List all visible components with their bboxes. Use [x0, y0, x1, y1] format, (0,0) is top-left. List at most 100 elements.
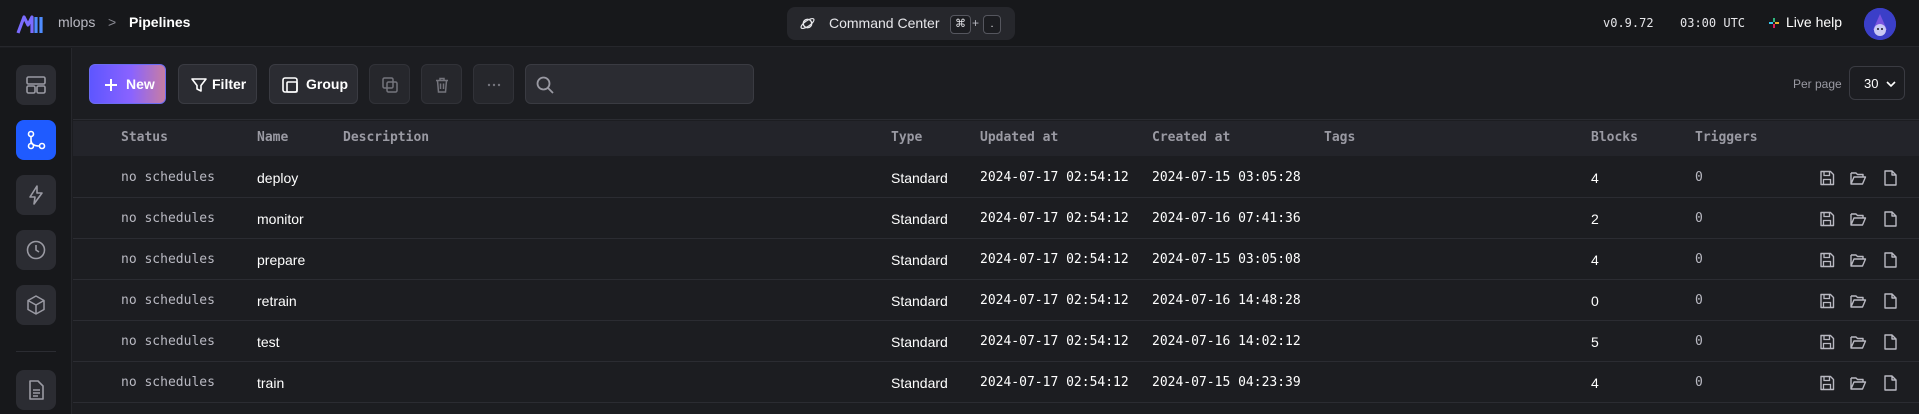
clock-icon — [26, 240, 46, 260]
folder-open-icon[interactable] — [1849, 333, 1867, 351]
plus-icon — [105, 79, 117, 91]
column-header-created-at[interactable]: Created at — [1152, 130, 1230, 145]
toolbar: New Filter Group Per page 30 — [73, 48, 1919, 120]
status-cell: no schedules — [121, 252, 215, 267]
triggers-cell: 0 — [1695, 293, 1703, 308]
folder-open-icon[interactable] — [1849, 374, 1867, 392]
save-icon[interactable] — [1818, 169, 1836, 187]
page-title: Pipelines — [129, 14, 191, 30]
type-cell: Standard — [891, 170, 948, 186]
sidebar-item-blocks[interactable] — [16, 285, 56, 325]
table-header: Status Name Description Type Updated at … — [73, 121, 1919, 156]
blocks-cell: 4 — [1591, 170, 1599, 186]
command-center-label: Command Center — [829, 15, 940, 31]
name-cell[interactable]: prepare — [257, 252, 305, 268]
save-icon[interactable] — [1818, 210, 1836, 228]
table-row[interactable]: no schedules test Standard 2024-07-17 02… — [73, 321, 1919, 362]
status-cell: no schedules — [121, 211, 215, 226]
status-cell: no schedules — [121, 334, 215, 349]
lightning-icon — [29, 185, 43, 205]
mage-logo-icon[interactable] — [16, 13, 44, 35]
created-at-cell: 2024-07-15 04:23:39 — [1152, 375, 1301, 390]
status-cell: no schedules — [121, 170, 215, 185]
per-page-label: Per page — [1793, 77, 1842, 91]
sidebar-item-docs[interactable] — [16, 370, 56, 410]
group-icon — [282, 77, 298, 93]
pipelines-icon — [27, 130, 46, 150]
updated-at-cell: 2024-07-17 02:54:12 — [980, 334, 1129, 349]
table-row[interactable]: no schedules train Standard 2024-07-17 0… — [73, 362, 1919, 403]
per-page-select[interactable]: 30 — [1849, 66, 1905, 100]
column-header-blocks[interactable]: Blocks — [1591, 130, 1638, 145]
table-row[interactable]: no schedules deploy Standard 2024-07-17 … — [73, 157, 1919, 198]
new-button-label: New — [126, 76, 155, 92]
table-row[interactable]: no schedules monitor Standard 2024-07-17… — [73, 198, 1919, 239]
folder-open-icon[interactable] — [1849, 251, 1867, 269]
file-icon[interactable] — [1881, 210, 1899, 228]
save-icon[interactable] — [1818, 251, 1836, 269]
blocks-cell: 5 — [1591, 334, 1599, 350]
file-icon[interactable] — [1881, 292, 1899, 310]
sidebar-item-runs[interactable] — [16, 230, 56, 270]
name-cell[interactable]: monitor — [257, 211, 304, 227]
status-cell: no schedules — [121, 293, 215, 308]
updated-at-cell: 2024-07-17 02:54:12 — [980, 293, 1129, 308]
blocks-cell: 4 — [1591, 252, 1599, 268]
folder-open-icon[interactable] — [1849, 169, 1867, 187]
file-icon[interactable] — [1881, 333, 1899, 351]
version-label: v0.9.72 — [1603, 16, 1654, 30]
file-icon[interactable] — [1881, 169, 1899, 187]
type-cell: Standard — [891, 334, 948, 350]
group-button[interactable]: Group — [269, 64, 358, 104]
per-page-value: 30 — [1864, 76, 1879, 91]
table-row[interactable]: no schedules retrain Standard 2024-07-17… — [73, 280, 1919, 321]
file-icon[interactable] — [1881, 251, 1899, 269]
name-cell[interactable]: deploy — [257, 170, 298, 186]
save-icon[interactable] — [1818, 333, 1836, 351]
created-at-cell: 2024-07-16 07:41:36 — [1152, 211, 1301, 226]
name-cell[interactable]: test — [257, 334, 280, 350]
column-header-updated-at[interactable]: Updated at — [980, 130, 1058, 145]
name-cell[interactable]: train — [257, 375, 284, 391]
avatar[interactable] — [1864, 8, 1896, 40]
save-icon[interactable] — [1818, 292, 1836, 310]
column-header-type[interactable]: Type — [891, 130, 922, 145]
triggers-cell: 0 — [1695, 252, 1703, 267]
created-at-cell: 2024-07-16 14:48:28 — [1152, 293, 1301, 308]
column-header-status[interactable]: Status — [121, 130, 168, 145]
live-help-label[interactable]: Live help — [1786, 14, 1842, 30]
more-actions-button[interactable] — [473, 64, 514, 104]
created-at-cell: 2024-07-16 14:02:12 — [1152, 334, 1301, 349]
updated-at-cell: 2024-07-17 02:54:12 — [980, 375, 1129, 390]
column-header-tags[interactable]: Tags — [1324, 130, 1355, 145]
command-key: ⌘ — [950, 15, 971, 34]
column-header-description[interactable]: Description — [343, 130, 429, 145]
duplicate-button[interactable] — [369, 64, 410, 104]
sidebar-item-overview[interactable] — [16, 65, 56, 105]
updated-at-cell: 2024-07-17 02:54:12 — [980, 170, 1129, 185]
period-key: . — [983, 15, 1001, 34]
new-pipeline-button[interactable]: New — [89, 64, 166, 104]
table-row[interactable]: no schedules prepare Standard 2024-07-17… — [73, 239, 1919, 280]
folder-open-icon[interactable] — [1849, 292, 1867, 310]
breadcrumb-project[interactable]: mlops — [58, 14, 95, 30]
type-cell: Standard — [891, 211, 948, 227]
triggers-cell: 0 — [1695, 170, 1703, 185]
status-cell: no schedules — [121, 375, 215, 390]
sidebar-item-pipelines[interactable] — [16, 120, 56, 160]
delete-button[interactable] — [421, 64, 462, 104]
planet-icon — [800, 17, 815, 30]
column-header-name[interactable]: Name — [257, 130, 288, 145]
file-icon[interactable] — [1881, 374, 1899, 392]
save-icon[interactable] — [1818, 374, 1836, 392]
created-at-cell: 2024-07-15 03:05:08 — [1152, 252, 1301, 267]
command-center-button[interactable]: Command Center ⌘ + . — [787, 7, 1015, 40]
sidebar-item-triggers[interactable] — [16, 175, 56, 215]
trash-icon — [436, 77, 448, 93]
search-input[interactable] — [525, 64, 754, 104]
name-cell[interactable]: retrain — [257, 293, 297, 309]
blocks-cell: 2 — [1591, 211, 1599, 227]
column-header-triggers[interactable]: Triggers — [1695, 130, 1758, 145]
filter-button[interactable]: Filter — [178, 64, 257, 104]
folder-open-icon[interactable] — [1849, 210, 1867, 228]
